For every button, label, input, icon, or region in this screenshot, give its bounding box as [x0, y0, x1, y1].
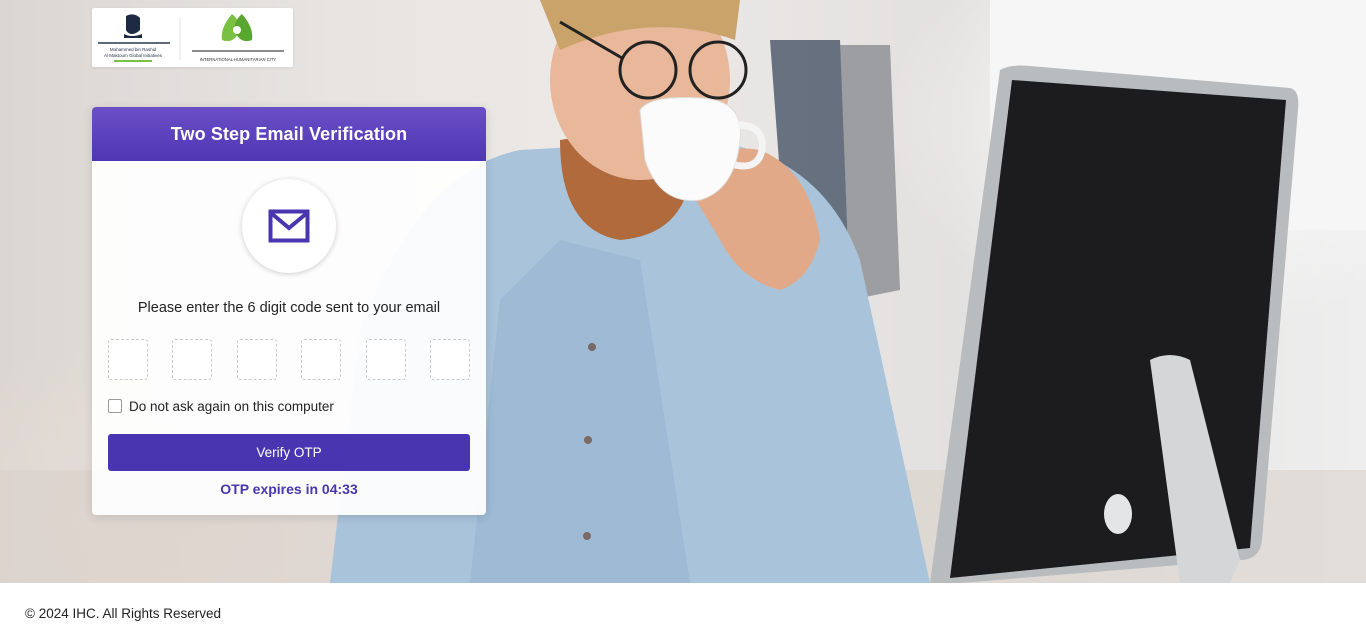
copyright-text: © 2024 IHC. All Rights Reserved — [25, 606, 222, 621]
verification-card: Two Step Email Verification Please enter… — [92, 107, 486, 515]
otp-expiry-timer: OTP expires in 04:33 — [220, 481, 358, 497]
portrait-shoulders-icon — [124, 34, 142, 38]
envelope-icon — [268, 209, 310, 243]
shirt-button — [583, 532, 591, 540]
otp-digit-6[interactable] — [430, 339, 470, 380]
otp-input-group — [108, 339, 470, 380]
logo-text-line2: Al Maktoum Global Initiatives — [104, 53, 163, 58]
otp-digit-5[interactable] — [366, 339, 406, 380]
card-header: Two Step Email Verification — [92, 107, 486, 161]
mbrgi-logo: Mohammed bin Rashid Al Maktoum Global In… — [98, 14, 170, 62]
remember-device-option[interactable]: Do not ask again on this computer — [108, 398, 334, 414]
ihc-center-icon — [233, 26, 241, 34]
otp-digit-1[interactable] — [108, 339, 148, 380]
logo-arabic-line — [192, 50, 284, 52]
otp-instruction: Please enter the 6 digit code sent to yo… — [137, 300, 441, 316]
envelope-flap — [269, 211, 309, 231]
envelope-badge — [242, 179, 336, 273]
logo-accent-bar — [114, 60, 152, 62]
logo-arabic-line — [98, 42, 170, 44]
shirt-button — [584, 436, 592, 444]
monitor-hinge — [1104, 494, 1132, 534]
shirt-button — [588, 343, 596, 351]
ihc-logo: INTERNATIONAL HUMANITARIAN CITY — [192, 14, 284, 62]
otp-digit-2[interactable] — [172, 339, 212, 380]
otp-digit-4[interactable] — [301, 339, 341, 380]
card-title: Two Step Email Verification — [170, 123, 408, 144]
ihc-text: INTERNATIONAL HUMANITARIAN CITY — [200, 57, 277, 62]
verify-otp-button[interactable]: Verify OTP — [108, 434, 470, 471]
remember-label: Do not ask again on this computer — [129, 398, 334, 414]
logo-text-line1: Mohammed bin Rashid — [110, 47, 157, 52]
remember-checkbox[interactable] — [108, 399, 122, 413]
otp-digit-3[interactable] — [237, 339, 277, 380]
footer: © 2024 IHC. All Rights Reserved — [0, 583, 1366, 643]
partner-logos: Mohammed bin Rashid Al Maktoum Global In… — [92, 8, 293, 67]
portrait-icon — [126, 14, 140, 34]
logo-graphic: Mohammed bin Rashid Al Maktoum Global In… — [98, 14, 284, 62]
